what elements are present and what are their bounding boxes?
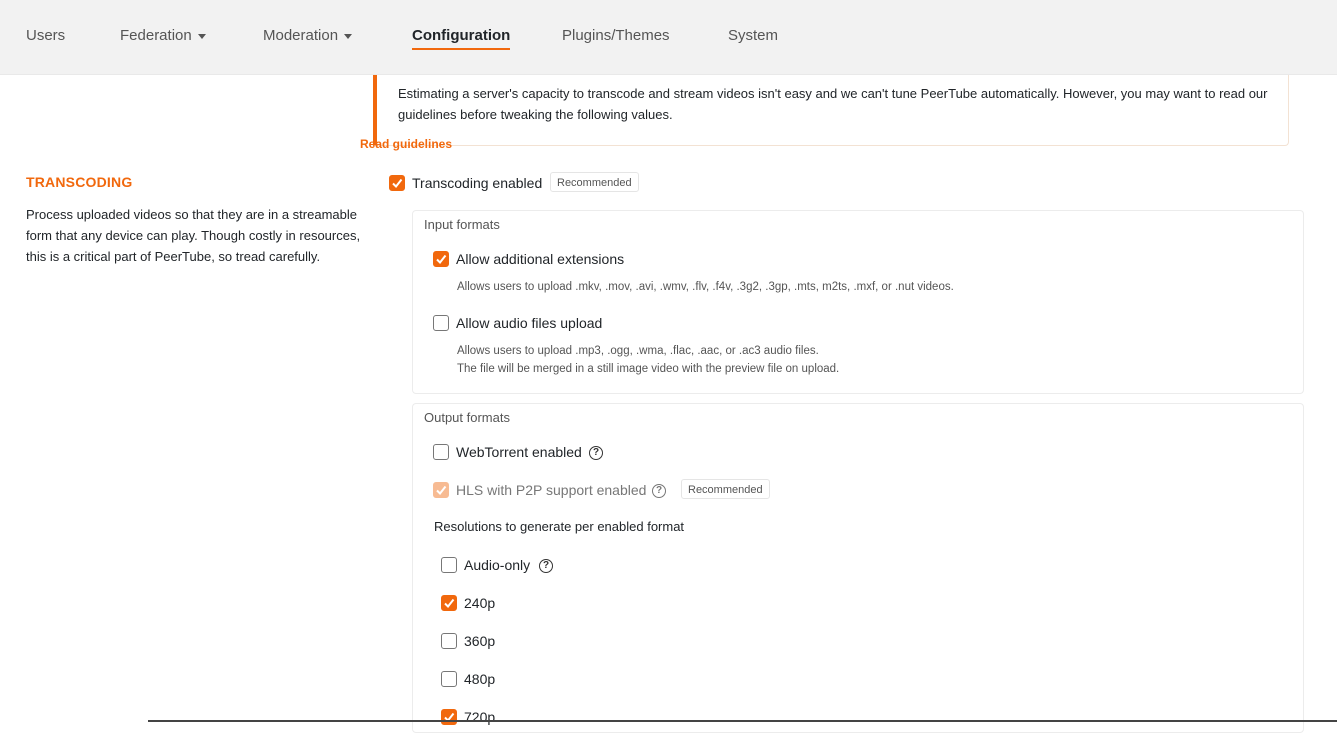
additional-extensions-hint: Allows users to upload .mkv, .mov, .avi,… bbox=[457, 281, 954, 293]
admin-top-nav: Users Federation Moderation Configuratio… bbox=[0, 0, 1337, 75]
audio-upload-hint-merge: The file will be merged in a still image… bbox=[457, 363, 840, 375]
additional-extensions-label[interactable]: Allow additional extensions bbox=[456, 250, 624, 268]
hls-checkbox bbox=[433, 482, 449, 498]
hls-label: HLS with P2P support enabled bbox=[456, 482, 647, 498]
resolution-480p-checkbox[interactable] bbox=[441, 671, 457, 687]
check-icon bbox=[436, 254, 447, 265]
nav-system[interactable]: System bbox=[728, 26, 778, 46]
audio-upload-hint: Allows users to upload .mp3, .ogg, .wma,… bbox=[457, 345, 819, 357]
resolution-audio-only-checkbox[interactable] bbox=[441, 557, 457, 573]
webtorrent-label[interactable]: WebTorrent enabled bbox=[456, 443, 582, 461]
nav-federation[interactable]: Federation bbox=[120, 26, 206, 46]
resolution-720p-label[interactable]: 720p bbox=[464, 708, 495, 726]
audio-upload-label[interactable]: Allow audio files upload bbox=[456, 314, 602, 332]
nav-moderation[interactable]: Moderation bbox=[263, 26, 353, 46]
resolution-360p-checkbox[interactable] bbox=[441, 633, 457, 649]
resolution-240p-checkbox[interactable] bbox=[441, 595, 457, 611]
transcoding-enabled-label[interactable]: Transcoding enabled bbox=[412, 174, 542, 192]
guidelines-callout: Estimating a server's capacity to transc… bbox=[373, 75, 1289, 146]
webtorrent-checkbox[interactable] bbox=[433, 444, 449, 460]
help-icon[interactable]: ? bbox=[589, 446, 603, 460]
resolution-480p-label[interactable]: 480p bbox=[464, 670, 495, 688]
nav-users[interactable]: Users bbox=[26, 26, 65, 46]
audio-upload-checkbox[interactable] bbox=[433, 315, 449, 331]
recommended-badge: Recommended bbox=[681, 479, 770, 499]
resolution-360p-label[interactable]: 360p bbox=[464, 632, 495, 650]
caret-down-icon bbox=[344, 33, 353, 39]
check-icon bbox=[444, 598, 455, 609]
nav-federation-label: Federation bbox=[120, 27, 192, 44]
caret-down-icon bbox=[197, 33, 206, 39]
transcoding-enabled-checkbox[interactable] bbox=[389, 175, 405, 191]
nav-configuration[interactable]: Configuration bbox=[412, 26, 511, 50]
section-description: Process uploaded videos so that they are… bbox=[26, 207, 361, 264]
resolutions-label: Resolutions to generate per enabled form… bbox=[434, 519, 685, 534]
output-formats-legend: Output formats bbox=[424, 410, 510, 425]
resolution-720p-checkbox[interactable] bbox=[441, 709, 457, 725]
nav-moderation-label: Moderation bbox=[263, 27, 339, 44]
resolution-240p-label[interactable]: 240p bbox=[464, 594, 495, 612]
read-guidelines-link[interactable]: Read guidelines bbox=[360, 137, 452, 151]
callout-text: Estimating a server's capacity to transc… bbox=[398, 86, 1268, 122]
check-icon bbox=[436, 485, 447, 496]
nav-plugins-themes[interactable]: Plugins/Themes bbox=[562, 26, 670, 46]
section-title: TRANSCODING bbox=[26, 174, 133, 190]
input-formats-legend: Input formats bbox=[424, 217, 500, 232]
recommended-badge: Recommended bbox=[550, 172, 639, 192]
help-icon[interactable]: ? bbox=[652, 484, 666, 498]
help-icon[interactable]: ? bbox=[539, 559, 553, 573]
additional-extensions-checkbox[interactable] bbox=[433, 251, 449, 267]
resolution-audio-only-label[interactable]: Audio-only bbox=[464, 556, 530, 574]
check-icon bbox=[392, 178, 403, 189]
